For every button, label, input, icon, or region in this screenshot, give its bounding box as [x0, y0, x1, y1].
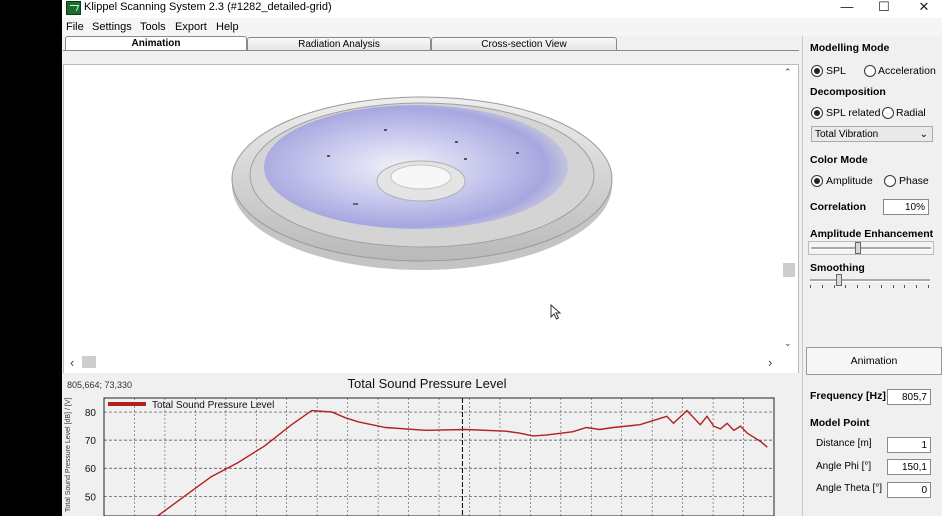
smoothing-slider[interactable] — [808, 274, 932, 289]
app-window: Klippel Scanning System 2.3 (#1282_detai… — [62, 0, 942, 516]
legend-label: Total Sound Pressure Level — [152, 400, 274, 411]
smoothing-tick — [845, 285, 847, 288]
tab-strip: Animation Radiation Analysis Cross-secti… — [62, 36, 802, 51]
y-tick-labels: 80 70 60 50 — [85, 408, 97, 503]
radio-spl-related[interactable] — [811, 107, 823, 119]
dust-cap — [390, 164, 452, 190]
horizontal-scrollbar[interactable]: ‹ › — [64, 353, 780, 371]
radio-radial-label[interactable]: Radial — [896, 107, 926, 119]
decomposition-select-value: Total Vibration — [815, 129, 879, 140]
radio-spl[interactable] — [811, 65, 823, 77]
modelling-mode-heading: Modelling Mode — [810, 42, 890, 54]
maximize-button[interactable]: ☐ — [870, 0, 898, 17]
title-bar: Klippel Scanning System 2.3 (#1282_detai… — [62, 0, 942, 18]
angle-phi-input[interactable]: 150,1 — [887, 459, 931, 475]
frequency-input[interactable]: 805,7 — [887, 389, 931, 405]
scroll-up-icon[interactable]: ⌃ — [784, 67, 792, 78]
control-panel: Modelling Mode SPL Acceleration Decompos… — [802, 36, 942, 516]
animation-viewport[interactable]: ⌃ ⌄ ‹ › — [63, 64, 799, 374]
scroll-right-icon[interactable]: › — [768, 355, 772, 370]
radio-spl-label[interactable]: SPL — [826, 65, 846, 77]
correlation-label: Correlation — [810, 201, 867, 213]
menu-file[interactable]: File — [66, 21, 84, 33]
tab-radiation-analysis[interactable]: Radiation Analysis — [247, 37, 431, 51]
animation-button[interactable]: Animation — [806, 347, 942, 375]
tab-page-frame — [63, 50, 799, 65]
cursor-coordinates: 805,664; 73,330 — [67, 380, 133, 390]
smoothing-tick — [880, 285, 882, 288]
radio-acceleration[interactable] — [864, 65, 876, 77]
smoothing-label: Smoothing — [810, 262, 865, 274]
distance-input[interactable]: 1 — [887, 437, 931, 453]
mouse-cursor-icon — [550, 304, 562, 320]
menu-tools[interactable]: Tools — [140, 21, 166, 33]
close-button[interactable]: ✕ — [910, 0, 938, 17]
vertical-scrollbar[interactable]: ⌃ ⌄ — [780, 65, 798, 353]
menu-help[interactable]: Help — [216, 21, 239, 33]
smoothing-tick — [892, 285, 894, 288]
y-tick-label: 70 — [85, 436, 97, 447]
tab-animation[interactable]: Animation — [65, 36, 247, 51]
speaker-3d-model — [231, 96, 613, 270]
amplitude-enhancement-label: Amplitude Enhancement — [810, 228, 934, 240]
model-point-heading: Model Point — [810, 417, 870, 429]
y-axis-label: Total Sound Pressure Level [dB] / [V] — [65, 398, 72, 512]
radio-amplitude[interactable] — [811, 175, 823, 187]
radio-spl-related-label[interactable]: SPL related — [826, 107, 880, 119]
decomposition-select[interactable]: Total Vibration ⌄ — [811, 126, 933, 142]
amplitude-enhancement-slider[interactable] — [808, 241, 934, 255]
correlation-input[interactable]: 10% — [883, 199, 929, 215]
color-mode-heading: Color Mode — [810, 154, 868, 166]
smoothing-tick — [916, 285, 918, 288]
distance-label: Distance [m] — [816, 438, 872, 449]
angle-phi-label: Angle Phi [°] — [816, 461, 872, 472]
chevron-down-icon: ⌄ — [919, 129, 928, 140]
smoothing-tick — [857, 285, 859, 288]
smoothing-tick — [928, 285, 929, 288]
vertical-scroll-thumb[interactable] — [783, 263, 795, 277]
smoothing-tick — [810, 285, 811, 288]
amplitude-enhancement-thumb[interactable] — [855, 242, 862, 254]
decomposition-heading: Decomposition — [810, 86, 886, 98]
smoothing-tick — [869, 285, 870, 288]
minimize-button[interactable]: — — [833, 0, 861, 17]
legend-swatch — [108, 402, 146, 406]
y-tick-label: 50 — [85, 492, 97, 503]
smoothing-ticks — [810, 285, 930, 289]
menu-bar: File Settings Tools Export Help — [62, 18, 942, 36]
menu-export[interactable]: Export — [175, 21, 207, 33]
chart-grid — [104, 398, 774, 516]
y-tick-label: 60 — [85, 464, 97, 475]
angle-theta-label: Angle Theta [°] — [816, 483, 883, 494]
radio-radial[interactable] — [882, 107, 894, 119]
menu-settings[interactable]: Settings — [92, 21, 132, 33]
radio-phase[interactable] — [884, 175, 896, 187]
chart-legend: Total Sound Pressure Level — [108, 400, 274, 411]
smoothing-tick — [833, 285, 835, 288]
smoothing-tick — [821, 285, 823, 288]
smoothing-tick — [904, 285, 906, 288]
radio-phase-label[interactable]: Phase — [899, 175, 929, 187]
radio-amplitude-label[interactable]: Amplitude — [826, 175, 873, 187]
radio-acceleration-label[interactable]: Acceleration — [878, 65, 936, 77]
tab-cross-section-view[interactable]: Cross-section View — [431, 37, 617, 51]
app-logo-icon — [66, 1, 81, 15]
angle-theta-input[interactable]: 0 — [887, 482, 931, 498]
scroll-down-icon[interactable]: ⌄ — [784, 338, 792, 349]
spl-chart[interactable]: 80 70 60 50 Total Sound Pressure Level [dB]… — [62, 392, 802, 516]
frequency-label: Frequency [Hz] — [810, 390, 886, 402]
window-title: Klippel Scanning System 2.3 (#1282_detai… — [84, 1, 332, 13]
y-tick-label: 80 — [85, 408, 97, 419]
chart-title: Total Sound Pressure Level — [347, 376, 507, 391]
horizontal-scroll-thumb[interactable] — [82, 356, 96, 368]
scroll-left-icon[interactable]: ‹ — [70, 355, 74, 370]
